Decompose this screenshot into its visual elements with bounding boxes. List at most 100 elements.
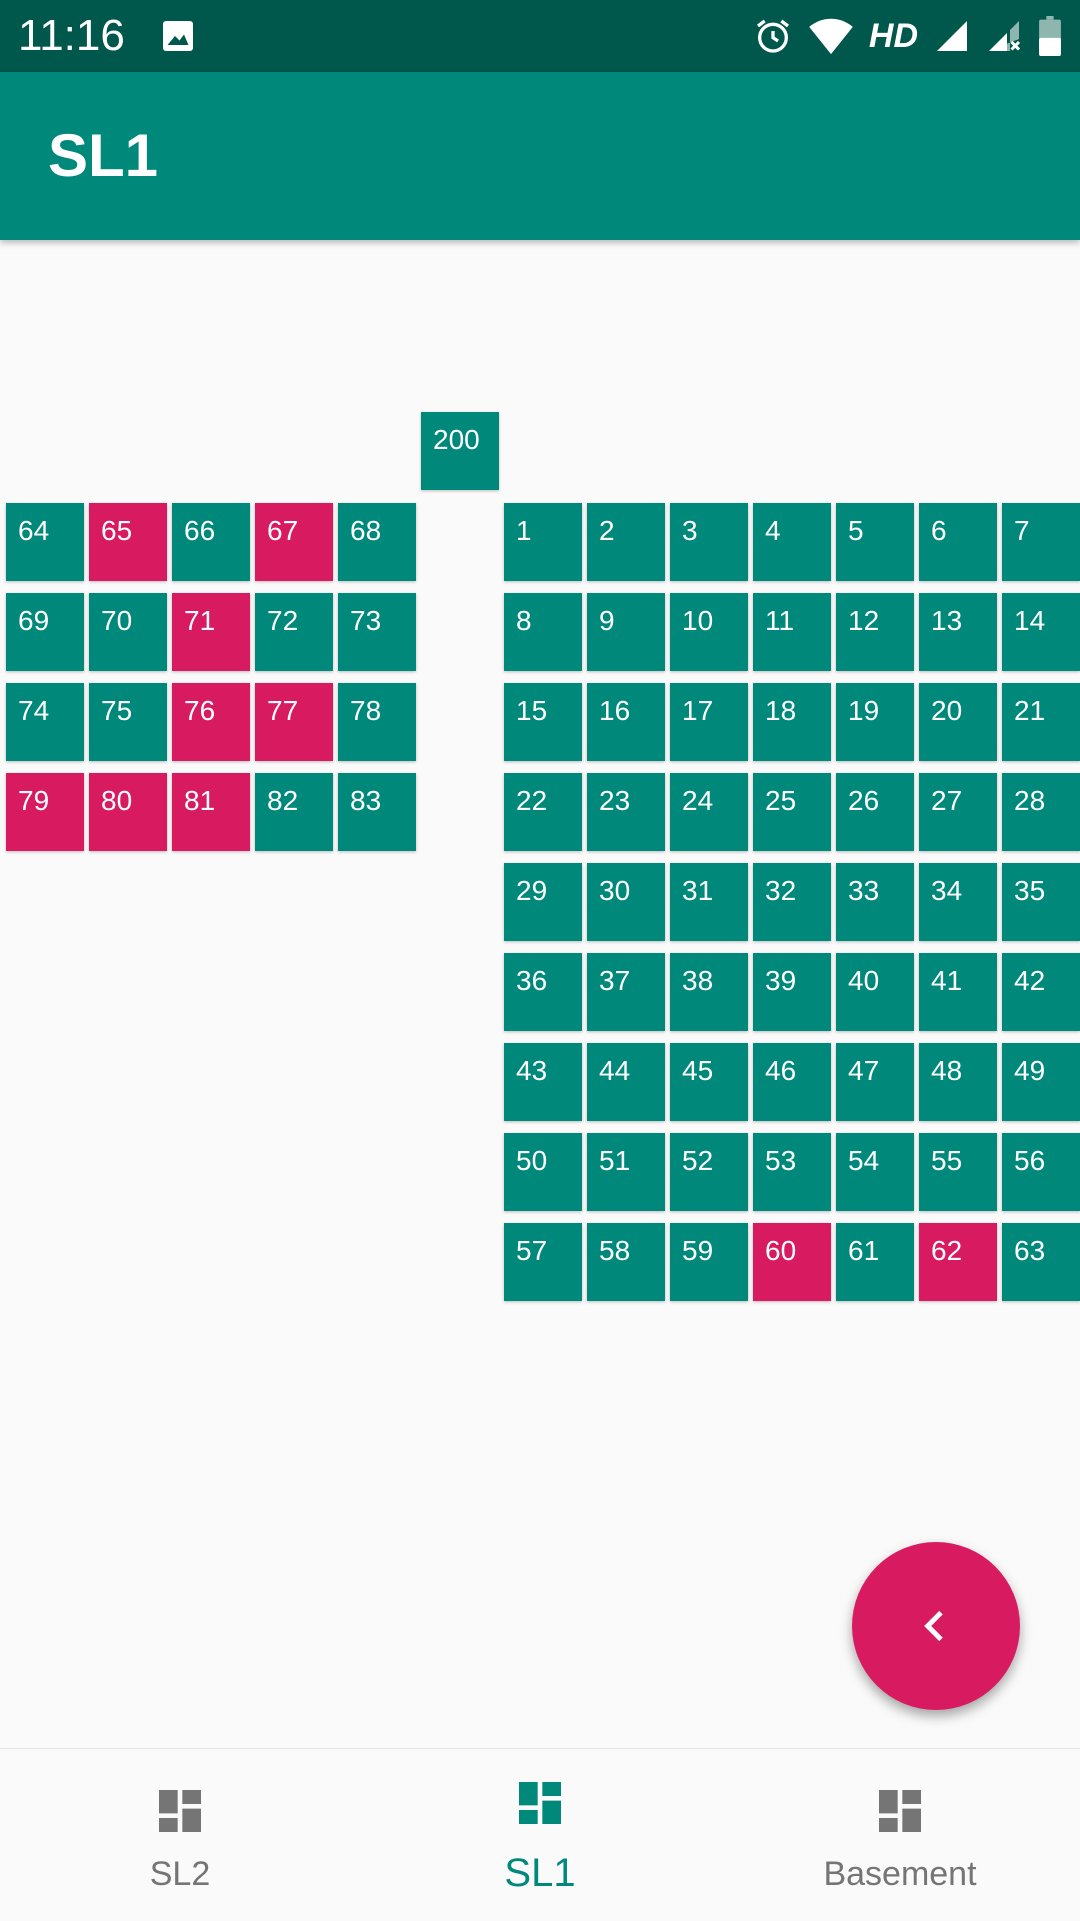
parking-slot-66[interactable]: 66 (172, 503, 250, 581)
parking-slot-82[interactable]: 82 (255, 773, 333, 851)
parking-slot-69[interactable]: 69 (6, 593, 84, 671)
parking-slot-43[interactable]: 43 (504, 1043, 582, 1121)
parking-slot-62[interactable]: 62 (919, 1223, 997, 1301)
bottom-navigation: SL2 SL1 Basement (0, 1748, 1080, 1921)
parking-slot-48[interactable]: 48 (919, 1043, 997, 1121)
parking-slot-2[interactable]: 2 (587, 503, 665, 581)
back-button[interactable] (852, 1542, 1020, 1710)
parking-slot-17[interactable]: 17 (670, 683, 748, 761)
parking-slot-16[interactable]: 16 (587, 683, 665, 761)
parking-slot-75[interactable]: 75 (89, 683, 167, 761)
parking-slot-38[interactable]: 38 (670, 953, 748, 1031)
parking-slot-29[interactable]: 29 (504, 863, 582, 941)
dashboard-icon (519, 1782, 561, 1824)
nav-item-label: SL2 (149, 1855, 211, 1893)
parking-slot-25[interactable]: 25 (753, 773, 831, 851)
parking-slot-78[interactable]: 78 (338, 683, 416, 761)
parking-slot-22[interactable]: 22 (504, 773, 582, 851)
parking-slot-53[interactable]: 53 (753, 1133, 831, 1211)
parking-slot-1[interactable]: 1 (504, 503, 582, 581)
parking-slot-55[interactable]: 55 (919, 1133, 997, 1211)
page-title: SL1 (48, 122, 159, 189)
parking-slot-27[interactable]: 27 (919, 773, 997, 851)
parking-slot-54[interactable]: 54 (836, 1133, 914, 1211)
parking-slot-8[interactable]: 8 (504, 593, 582, 671)
parking-slot-77[interactable]: 77 (255, 683, 333, 761)
parking-slot-64[interactable]: 64 (6, 503, 84, 581)
parking-slot-12[interactable]: 12 (836, 593, 914, 671)
parking-slot-41[interactable]: 41 (919, 953, 997, 1031)
nav-item-sl2[interactable]: SL2 (0, 1749, 360, 1921)
parking-slot-11[interactable]: 11 (753, 593, 831, 671)
parking-slot-31[interactable]: 31 (670, 863, 748, 941)
parking-slot-45[interactable]: 45 (670, 1043, 748, 1121)
parking-slot-60[interactable]: 60 (753, 1223, 831, 1301)
parking-slot-3[interactable]: 3 (670, 503, 748, 581)
parking-slot-9[interactable]: 9 (587, 593, 665, 671)
parking-slot-61[interactable]: 61 (836, 1223, 914, 1301)
parking-slot-33[interactable]: 33 (836, 863, 914, 941)
parking-slot-44[interactable]: 44 (587, 1043, 665, 1121)
parking-slot-51[interactable]: 51 (587, 1133, 665, 1211)
parking-slot-46[interactable]: 46 (753, 1043, 831, 1121)
parking-slot-23[interactable]: 23 (587, 773, 665, 851)
parking-slot-4[interactable]: 4 (753, 503, 831, 581)
parking-slot-37[interactable]: 37 (587, 953, 665, 1031)
parking-slot-28[interactable]: 28 (1002, 773, 1080, 851)
battery-icon (1039, 16, 1061, 56)
parking-slot-58[interactable]: 58 (587, 1223, 665, 1301)
parking-slot-68[interactable]: 68 (338, 503, 416, 581)
parking-slot-52[interactable]: 52 (670, 1133, 748, 1211)
parking-slot-76[interactable]: 76 (172, 683, 250, 761)
signal-no-sim-icon (989, 21, 1021, 51)
nav-item-basement[interactable]: Basement (720, 1749, 1080, 1921)
parking-slot-72[interactable]: 72 (255, 593, 333, 671)
dashboard-icon (159, 1790, 201, 1832)
parking-slot-79[interactable]: 79 (6, 773, 84, 851)
parking-slot-36[interactable]: 36 (504, 953, 582, 1031)
parking-slot-71[interactable]: 71 (172, 593, 250, 671)
parking-slot-59[interactable]: 59 (670, 1223, 748, 1301)
parking-slot-65[interactable]: 65 (89, 503, 167, 581)
parking-slot-15[interactable]: 15 (504, 683, 582, 761)
parking-slot-67[interactable]: 67 (255, 503, 333, 581)
parking-slot-63[interactable]: 63 (1002, 1223, 1080, 1301)
parking-slot-73[interactable]: 73 (338, 593, 416, 671)
parking-slot-34[interactable]: 34 (919, 863, 997, 941)
parking-slot-20[interactable]: 20 (919, 683, 997, 761)
parking-slot-74[interactable]: 74 (6, 683, 84, 761)
parking-slot-47[interactable]: 47 (836, 1043, 914, 1121)
parking-slot-80[interactable]: 80 (89, 773, 167, 851)
parking-slot-14[interactable]: 14 (1002, 593, 1080, 671)
chevron-left-icon (924, 1610, 943, 1642)
parking-slot-32[interactable]: 32 (753, 863, 831, 941)
parking-slot-50[interactable]: 50 (504, 1133, 582, 1211)
parking-slot-83[interactable]: 83 (338, 773, 416, 851)
parking-slot-39[interactable]: 39 (753, 953, 831, 1031)
parking-slot-42[interactable]: 42 (1002, 953, 1080, 1031)
parking-slot-13[interactable]: 13 (919, 593, 997, 671)
parking-slot-35[interactable]: 35 (1002, 863, 1080, 941)
status-icons: HD (753, 14, 1062, 58)
parking-slot-5[interactable]: 5 (836, 503, 914, 581)
parking-slot-6[interactable]: 6 (919, 503, 997, 581)
parking-slot-57[interactable]: 57 (504, 1223, 582, 1301)
parking-slot-26[interactable]: 26 (836, 773, 914, 851)
parking-slot-30[interactable]: 30 (587, 863, 665, 941)
parking-slot-70[interactable]: 70 (89, 593, 167, 671)
parking-slot-56[interactable]: 56 (1002, 1133, 1080, 1211)
status-time: 11:16 (18, 11, 125, 60)
parking-slot-21[interactable]: 21 (1002, 683, 1080, 761)
parking-slot-24[interactable]: 24 (670, 773, 748, 851)
parking-slot-18[interactable]: 18 (753, 683, 831, 761)
nav-item-sl1[interactable]: SL1 (360, 1749, 720, 1921)
parking-slot-19[interactable]: 19 (836, 683, 914, 761)
parking-slot-7[interactable]: 7 (1002, 503, 1080, 581)
wifi-icon (809, 18, 853, 55)
parking-slot-81[interactable]: 81 (172, 773, 250, 851)
app-bar: SL1 (0, 72, 1080, 240)
parking-slot-200[interactable]: 200 (421, 412, 499, 490)
parking-slot-49[interactable]: 49 (1002, 1043, 1080, 1121)
parking-slot-10[interactable]: 10 (670, 593, 748, 671)
parking-slot-40[interactable]: 40 (836, 953, 914, 1031)
